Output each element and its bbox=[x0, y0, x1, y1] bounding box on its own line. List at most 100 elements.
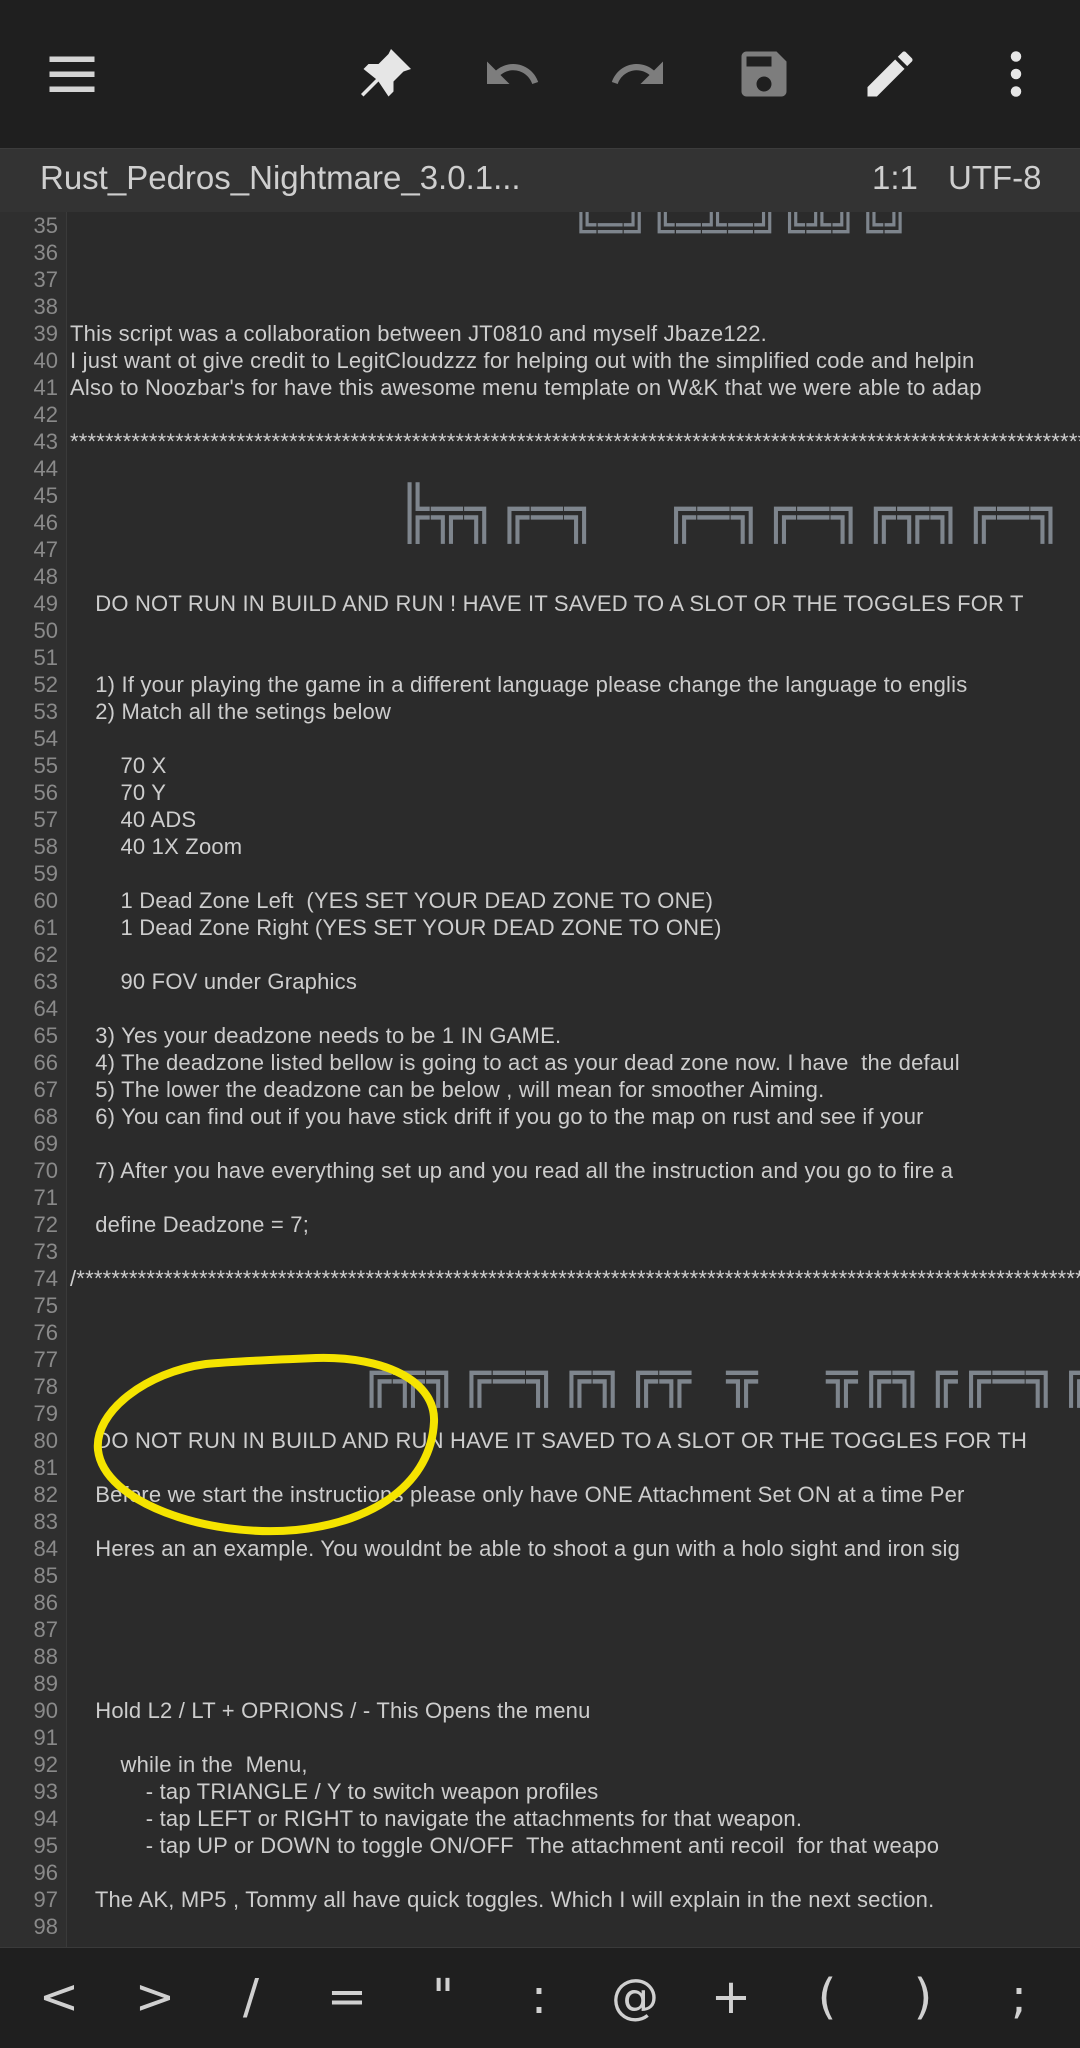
edit-icon[interactable] bbox=[854, 38, 926, 110]
code-line[interactable]: 36 bbox=[0, 239, 1080, 266]
code-line[interactable]: 74 /*************************************… bbox=[0, 1265, 1080, 1292]
save-icon[interactable] bbox=[728, 38, 800, 110]
code-line[interactable]: 48 bbox=[0, 563, 1080, 590]
code-text: 1 Dead Zone Right (YES SET YOUR DEAD ZON… bbox=[70, 915, 722, 940]
line-number: 79 bbox=[33, 1401, 58, 1426]
code-line[interactable]: 82 Before we start the instructions plea… bbox=[0, 1481, 1080, 1508]
code-line[interactable]: 59 bbox=[0, 860, 1080, 887]
code-line[interactable]: 42 bbox=[0, 401, 1080, 428]
code-line[interactable]: 97 The AK, MP5 , Tommy all have quick to… bbox=[0, 1886, 1080, 1913]
code-line[interactable]: 67 5) The lower the deadzone can be belo… bbox=[0, 1076, 1080, 1103]
line-number: 35 bbox=[33, 213, 58, 238]
code-line[interactable]: 91 bbox=[0, 1724, 1080, 1751]
code-line[interactable]: 44 bbox=[0, 455, 1080, 482]
line-number: 52 bbox=[33, 672, 58, 697]
line-number: 36 bbox=[33, 240, 58, 265]
code-line[interactable]: 43 **************************************… bbox=[0, 428, 1080, 455]
code-line[interactable]: 89 bbox=[0, 1670, 1080, 1697]
file-name[interactable]: Rust_Pedros_Nightmare_3.0.1... bbox=[40, 159, 521, 197]
code-line[interactable]: 37 bbox=[0, 266, 1080, 293]
code-line[interactable]: 94 - tap LEFT or RIGHT to navigate the a… bbox=[0, 1805, 1080, 1832]
pin-icon[interactable] bbox=[350, 38, 422, 110]
line-number: 88 bbox=[33, 1644, 58, 1669]
line-number: 57 bbox=[33, 807, 58, 832]
line-number: 72 bbox=[33, 1212, 58, 1237]
code-line[interactable]: 69 bbox=[0, 1130, 1080, 1157]
code-editor[interactable]: 35 36 37 38 39 This script was a collaboratio… bbox=[0, 212, 1080, 1947]
code-line[interactable]: 40 I just want ot give credit to LegitClo… bbox=[0, 347, 1080, 374]
code-line[interactable]: 93 - tap TRIANGLE / Y to switch weapon p… bbox=[0, 1778, 1080, 1805]
at-key[interactable]: @ bbox=[600, 1962, 670, 2032]
code-line[interactable]: 54 bbox=[0, 725, 1080, 752]
colon-key[interactable]: : bbox=[504, 1962, 574, 2032]
slash-key[interactable]: / bbox=[216, 1962, 286, 2032]
open-paren-key[interactable]: ( bbox=[792, 1962, 862, 2032]
code-line[interactable]: 55 70 X bbox=[0, 752, 1080, 779]
code-line[interactable]: 65 3) Yes your deadzone needs to be 1 IN… bbox=[0, 1022, 1080, 1049]
code-line[interactable]: 60 1 Dead Zone Left (YES SET YOUR DEAD Z… bbox=[0, 887, 1080, 914]
code-line[interactable]: 56 70 Y bbox=[0, 779, 1080, 806]
line-number: 70 bbox=[33, 1158, 58, 1183]
plus-key[interactable]: + bbox=[696, 1962, 766, 2032]
less-than-key[interactable]: < bbox=[24, 1962, 94, 2032]
code-line[interactable]: 92 while in the Menu, bbox=[0, 1751, 1080, 1778]
code-line[interactable]: 68 6) You can find out if you have stick… bbox=[0, 1103, 1080, 1130]
code-line[interactable]: 90 Hold L2 / LT + OPRIONS / - This Opens… bbox=[0, 1697, 1080, 1724]
code-text: 90 FOV under Graphics bbox=[70, 969, 358, 994]
line-number: 89 bbox=[33, 1671, 58, 1696]
greater-than-key[interactable]: > bbox=[120, 1962, 190, 2032]
code-text: 1 Dead Zone Left (YES SET YOUR DEAD ZONE… bbox=[70, 888, 714, 913]
line-number: 54 bbox=[33, 726, 58, 751]
code-line[interactable]: 63 90 FOV under Graphics bbox=[0, 968, 1080, 995]
code-line[interactable]: 53 2) Match all the setings below bbox=[0, 698, 1080, 725]
line-number: 80 bbox=[33, 1428, 58, 1453]
close-paren-key[interactable]: ) bbox=[888, 1962, 958, 2032]
code-line[interactable]: 88 bbox=[0, 1643, 1080, 1670]
code-line[interactable]: 76 bbox=[0, 1319, 1080, 1346]
encoding-label[interactable]: UTF-8 bbox=[948, 159, 1042, 197]
code-line[interactable]: 62 bbox=[0, 941, 1080, 968]
ascii-banner-in-game-settings: ╠╦╗╔═╗ ╔═╗╔═╗╔╦╗╔═╗ ╔═╗╔═╗╔╦╗╔╦╗ bbox=[398, 484, 1065, 544]
code-line[interactable]: 66 4) The deadzone listed bellow is goin… bbox=[0, 1049, 1080, 1076]
code-line[interactable]: 41 Also to Noozbar's for have this awesom… bbox=[0, 374, 1080, 401]
code-line[interactable]: 58 40 1X Zoom bbox=[0, 833, 1080, 860]
code-line[interactable]: 35 bbox=[0, 212, 1080, 239]
symbol-key-bar: < > / = ": @ + (); bbox=[0, 1947, 1080, 2048]
code-line[interactable]: 64 bbox=[0, 995, 1080, 1022]
code-line[interactable]: 51 bbox=[0, 644, 1080, 671]
code-line[interactable]: 50 bbox=[0, 617, 1080, 644]
code-line[interactable]: 75 bbox=[0, 1292, 1080, 1319]
code-line[interactable]: 38 bbox=[0, 293, 1080, 320]
code-line[interactable]: 98 bbox=[0, 1913, 1080, 1940]
code-line[interactable]: 96 bbox=[0, 1859, 1080, 1886]
code-line[interactable]: 87 bbox=[0, 1616, 1080, 1643]
code-line[interactable]: 95 - tap UP or DOWN to toggle ON/OFF The… bbox=[0, 1832, 1080, 1859]
code-line[interactable]: 84 Heres an an example. You wouldnt be a… bbox=[0, 1535, 1080, 1562]
code-line[interactable]: 83 bbox=[0, 1508, 1080, 1535]
code-text: 70 Y bbox=[70, 780, 167, 805]
redo-icon[interactable] bbox=[602, 38, 674, 110]
line-number: 55 bbox=[33, 753, 58, 778]
code-line[interactable]: 72 define Deadzone = 7; bbox=[0, 1211, 1080, 1238]
code-line[interactable]: 86 bbox=[0, 1589, 1080, 1616]
code-line[interactable]: 39 This script was a collaboration betwee… bbox=[0, 320, 1080, 347]
code-line[interactable]: 57 40 ADS bbox=[0, 806, 1080, 833]
equals-key[interactable]: = bbox=[312, 1962, 382, 2032]
quote-key[interactable]: " bbox=[408, 1962, 478, 2032]
code-line[interactable]: 71 bbox=[0, 1184, 1080, 1211]
semicolon-key[interactable]: ; bbox=[984, 1962, 1054, 2032]
line-number: 47 bbox=[33, 537, 58, 562]
code-line[interactable]: 80 DO NOT RUN IN BUILD AND RUN HAVE IT S… bbox=[0, 1427, 1080, 1454]
more-icon[interactable] bbox=[980, 38, 1052, 110]
menu-icon[interactable] bbox=[36, 38, 108, 110]
code-text: DO NOT RUN IN BUILD AND RUN ! HAVE IT SA… bbox=[70, 591, 1024, 616]
code-line[interactable]: 70 7) After you have everything set up a… bbox=[0, 1157, 1080, 1184]
code-line[interactable]: 85 bbox=[0, 1562, 1080, 1589]
code-line[interactable]: 52 1) If your playing the game in a diff… bbox=[0, 671, 1080, 698]
code-line[interactable]: 73 bbox=[0, 1238, 1080, 1265]
undo-icon[interactable] bbox=[476, 38, 548, 110]
code-line[interactable]: 81 bbox=[0, 1454, 1080, 1481]
code-line[interactable]: 49 DO NOT RUN IN BUILD AND RUN ! HAVE IT… bbox=[0, 590, 1080, 617]
code-line[interactable]: 61 1 Dead Zone Right (YES SET YOUR DEAD … bbox=[0, 914, 1080, 941]
line-number: 91 bbox=[33, 1725, 58, 1750]
